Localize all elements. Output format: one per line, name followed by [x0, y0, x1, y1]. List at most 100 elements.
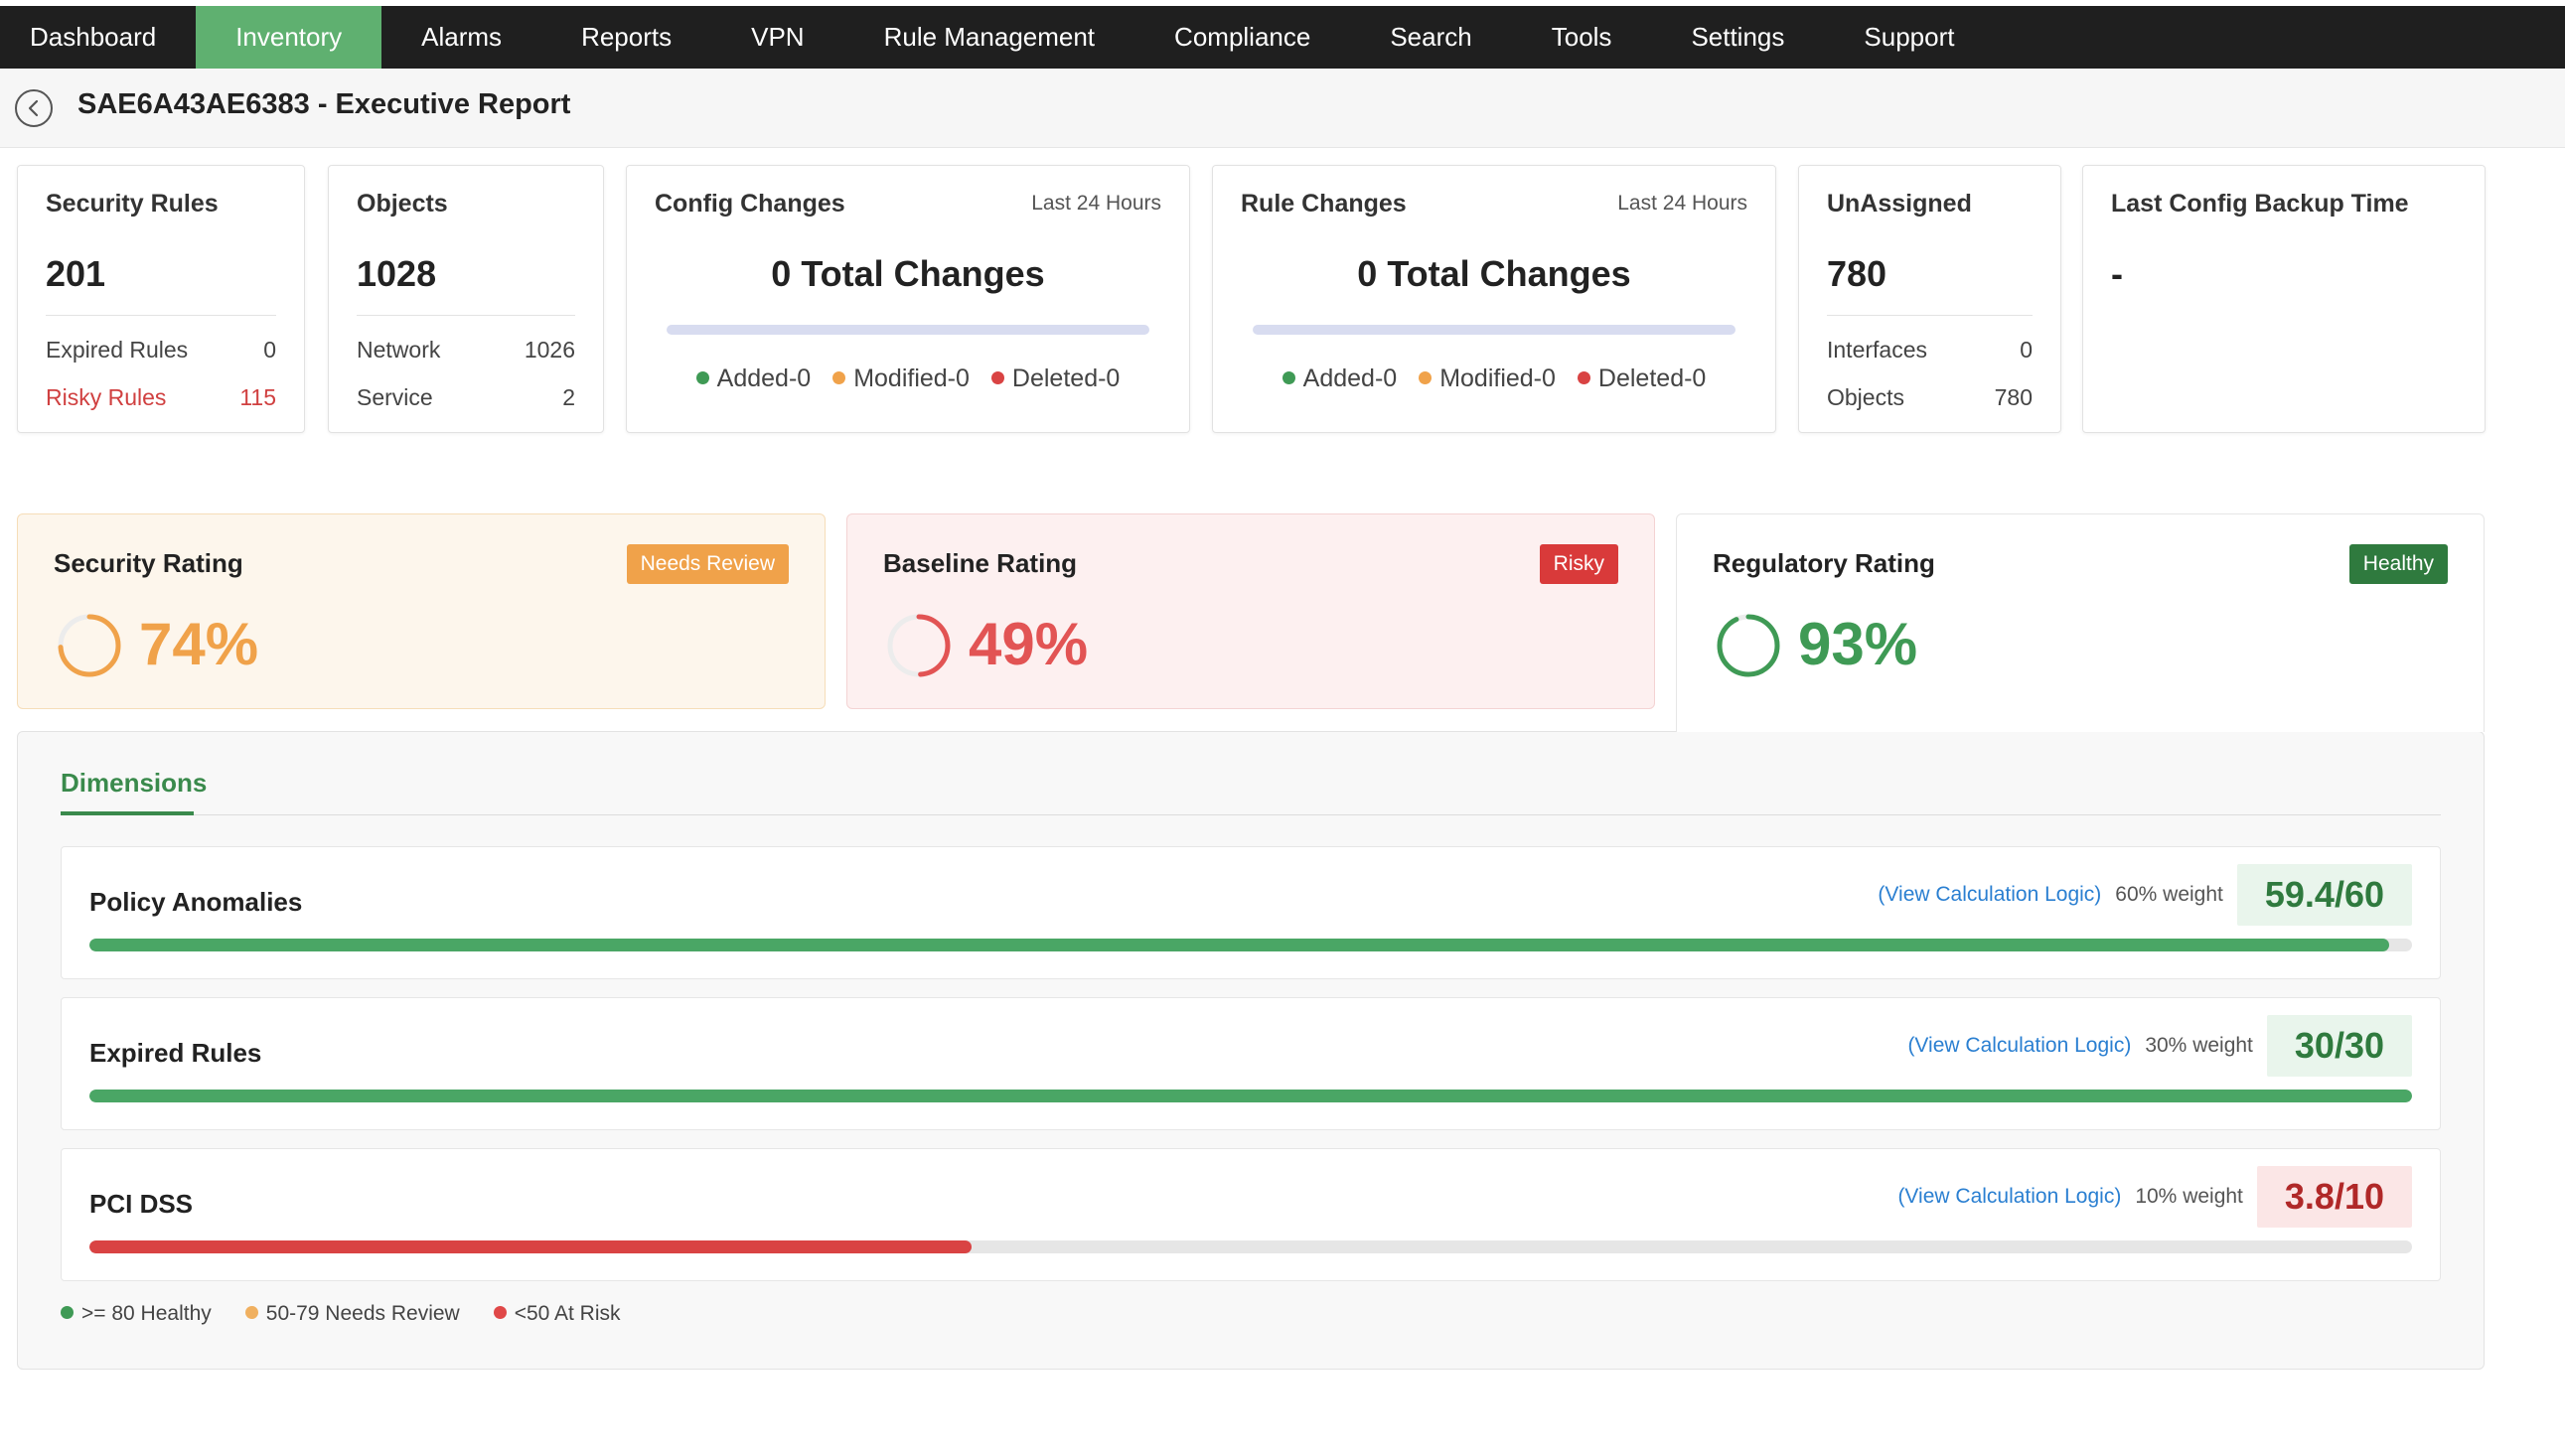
card-value: 201 — [46, 253, 106, 294]
score-bar-fill — [89, 1240, 973, 1253]
nav-vpn[interactable]: VPN — [711, 6, 843, 69]
added-dot-icon — [1282, 370, 1295, 384]
needs-review-dot-icon — [244, 1305, 258, 1319]
row-label: Expired Rules — [46, 337, 189, 363]
regulatory-rating-card[interactable]: Regulatory Rating Healthy 93% — [1676, 513, 2485, 732]
divider — [357, 315, 575, 316]
view-calculation-logic-link[interactable]: (View Calculation Logic) — [1878, 883, 2101, 907]
tab-divider — [61, 814, 2441, 815]
dimension-name: Policy Anomalies — [89, 887, 303, 917]
view-calculation-logic-link[interactable]: (View Calculation Logic) — [1907, 1034, 2131, 1058]
dimension-weight: 30% weight — [2145, 1034, 2253, 1057]
dimension-score: 3.8/10 — [2256, 1166, 2412, 1228]
dimension-meta: (View Calculation Logic) 30% weight 30/3… — [1907, 1015, 2412, 1077]
nav-tools[interactable]: Tools — [1512, 6, 1652, 69]
card-title: UnAssigned — [1827, 190, 1972, 218]
nav-compliance[interactable]: Compliance — [1134, 6, 1350, 69]
row-value: 1026 — [524, 337, 575, 363]
divider — [46, 315, 276, 316]
rating-title: Regulatory Rating — [1713, 548, 1935, 578]
risky-rules-row[interactable]: Risky Rules 115 — [46, 384, 276, 411]
nav-rule-management[interactable]: Rule Management — [844, 6, 1134, 69]
changes-legend: Added-0 Modified-0 Deleted-0 — [1213, 364, 1775, 393]
score-legend: >= 80 Healthy 50-79 Needs Review <50 At … — [61, 1302, 621, 1326]
dimension-name: PCI DSS — [89, 1189, 194, 1219]
score-bar-track — [89, 1240, 2412, 1253]
added-dot-icon — [695, 370, 709, 384]
row-value: 780 — [1994, 384, 2033, 410]
dimension-row-pci-dss: PCI DSS (View Calculation Logic) 10% wei… — [61, 1148, 2441, 1281]
baseline-rating-card[interactable]: Baseline Rating Risky 49% — [846, 513, 1655, 709]
rating-value: 93% — [1798, 611, 1918, 677]
gauge-ring-icon — [58, 614, 121, 677]
network-row: Network 1026 — [357, 337, 575, 364]
card-value: - — [2111, 253, 2123, 294]
deleted-label: Deleted-0 — [1011, 364, 1121, 392]
gauge-ring-icon — [1717, 614, 1780, 677]
legend-label: <50 At Risk — [514, 1302, 621, 1325]
dimensions-panel: Dimensions Policy Anomalies (View Calcul… — [17, 731, 2485, 1370]
changes-legend: Added-0 Modified-0 Deleted-0 — [627, 364, 1189, 393]
tab-underline — [61, 811, 194, 815]
dimension-weight: 60% weight — [2115, 883, 2223, 906]
dimension-name: Expired Rules — [89, 1038, 262, 1068]
nav-search[interactable]: Search — [1350, 6, 1511, 69]
nav-settings[interactable]: Settings — [1651, 6, 1824, 69]
gauge-arc — [1717, 614, 1780, 677]
card-subtitle: Last 24 Hours — [1031, 192, 1161, 215]
row-label: Interfaces — [1827, 337, 1927, 363]
row-label: Objects — [1827, 384, 1904, 410]
nav-alarms[interactable]: Alarms — [381, 6, 541, 69]
card-title: Security Rules — [46, 190, 219, 218]
top-nav: Dashboard Inventory Alarms Reports VPN R… — [0, 6, 2565, 69]
service-row: Service 2 — [357, 384, 575, 411]
divider — [1827, 315, 2033, 316]
security-rules-card[interactable]: Security Rules 201 Expired Rules 0 Risky… — [17, 165, 305, 433]
modified-item: Modified-0 — [832, 364, 970, 393]
page-title: SAE6A43AE6383 - Executive Report — [77, 88, 571, 120]
back-arrow-circle-icon[interactable] — [15, 89, 53, 127]
card-value: 780 — [1827, 253, 1887, 294]
legend-label: 50-79 Needs Review — [265, 1302, 460, 1325]
nav-reports[interactable]: Reports — [541, 6, 711, 69]
last-backup-card[interactable]: Last Config Backup Time - — [2082, 165, 2486, 433]
modified-label: Modified-0 — [853, 364, 970, 392]
card-title: Config Changes — [655, 190, 845, 218]
card-value: 1028 — [357, 253, 437, 294]
nav-inventory[interactable]: Inventory — [196, 6, 382, 69]
dimension-row-expired-rules: Expired Rules (View Calculation Logic) 3… — [61, 997, 2441, 1130]
dimension-score: 59.4/60 — [2236, 864, 2412, 926]
nav-dashboard[interactable]: Dashboard — [0, 6, 196, 69]
expired-rules-row: Expired Rules 0 — [46, 337, 276, 364]
card-subtitle: Last 24 Hours — [1617, 192, 1747, 215]
modified-label: Modified-0 — [1439, 364, 1556, 392]
interfaces-row: Interfaces 0 — [1827, 337, 2033, 364]
rule-changes-card[interactable]: Rule Changes Last 24 Hours 0 Total Chang… — [1212, 165, 1776, 433]
added-item: Added-0 — [695, 364, 811, 393]
status-badge: Risky — [1539, 544, 1618, 584]
deleted-dot-icon — [1577, 370, 1590, 384]
total-changes: 0 Total Changes — [771, 253, 1045, 294]
view-calculation-logic-link[interactable]: (View Calculation Logic) — [1897, 1185, 2121, 1209]
unassigned-card[interactable]: UnAssigned 780 Interfaces 0 Objects 780 — [1798, 165, 2061, 433]
score-bar-track — [89, 939, 2412, 951]
nav-support[interactable]: Support — [1824, 6, 1994, 69]
security-rating-card[interactable]: Security Rating Needs Review 74% — [17, 513, 826, 709]
legend-needs-review: 50-79 Needs Review — [244, 1302, 460, 1326]
card-title: Rule Changes — [1241, 190, 1407, 218]
deleted-item: Deleted-0 — [990, 364, 1121, 393]
rating-title: Security Rating — [54, 548, 243, 578]
config-changes-card[interactable]: Config Changes Last 24 Hours 0 Total Cha… — [626, 165, 1190, 433]
dimension-meta: (View Calculation Logic) 10% weight 3.8/… — [1897, 1166, 2412, 1228]
tab-dimensions[interactable]: Dimensions — [61, 768, 207, 799]
objects-card[interactable]: Objects 1028 Network 1026 Service 2 — [328, 165, 604, 433]
title-bar: SAE6A43AE6383 - Executive Report — [0, 69, 2565, 148]
added-item: Added-0 — [1282, 364, 1397, 393]
deleted-dot-icon — [990, 370, 1004, 384]
legend-label: >= 80 Healthy — [81, 1302, 212, 1325]
legend-healthy: >= 80 Healthy — [61, 1302, 212, 1326]
row-value: 115 — [239, 384, 276, 410]
changes-bar — [1253, 325, 1735, 335]
dimension-score: 30/30 — [2266, 1015, 2412, 1077]
row-value: 2 — [562, 384, 575, 410]
